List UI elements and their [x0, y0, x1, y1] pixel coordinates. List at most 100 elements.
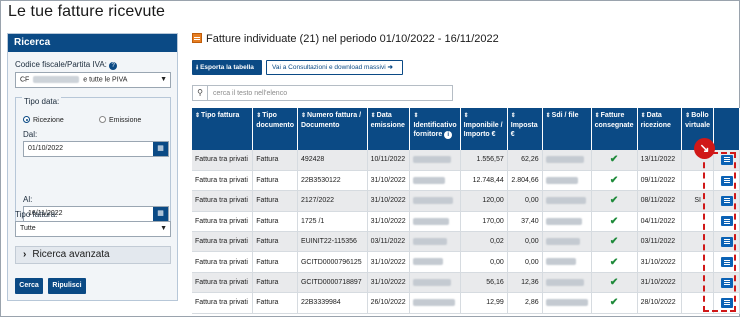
info-icon[interactable]: i [444, 131, 453, 139]
dal-date-value: 01/10/2022 [28, 145, 64, 152]
sort-icon: ⇕ [463, 113, 469, 119]
cell-numero-fattura: 2127/2022 [297, 190, 368, 212]
chevron-right-icon: › [23, 249, 27, 260]
cell-identificativo-fornitore [409, 292, 461, 314]
cell-tipo-documento: Fattura [252, 150, 298, 171]
redacted-value [413, 299, 456, 307]
calendar-icon[interactable]: ▦ [153, 207, 168, 221]
redacted-value [413, 156, 452, 164]
ricerca-avanzata-toggle[interactable]: › Ricerca avanzata [15, 246, 171, 264]
radio-emissione[interactable]: Emissione [99, 116, 141, 124]
arrow-right-icon: ➜ [387, 64, 393, 71]
cell-data-ricezione: 03/11/2022 [637, 231, 683, 253]
export-label: Esporta la tabella [200, 64, 254, 71]
cell-numero-fattura: 22B3339984 [297, 292, 368, 314]
cell-tipo-fattura: Fattura tra privati [192, 211, 254, 233]
redacted-value [413, 258, 444, 266]
tipo-fattura-value: Tutte [20, 225, 36, 232]
cell-tipo-fattura: Fattura tra privati [192, 292, 254, 314]
col-fatture-consegnate[interactable]: ⇕Fatture consegnate [591, 108, 638, 150]
radio-ricezione[interactable]: Ricezione [23, 116, 64, 124]
cell-data-emissione: 31/10/2022 [367, 272, 411, 294]
cell-sdi-file [542, 170, 592, 192]
sort-icon: ⇕ [545, 113, 551, 119]
col-tipo-documento[interactable]: ⇕Tipo documento [252, 108, 298, 150]
cell-sdi-file [542, 150, 592, 171]
cell-tipo-documento: Fattura [252, 272, 298, 294]
cell-tipo-documento: Fattura [252, 211, 298, 233]
cell-tipo-fattura: Fattura tra privati [192, 190, 254, 212]
check-icon: ✔ [609, 215, 619, 227]
cell-imposta: 0,00 [507, 190, 543, 212]
redacted-value [545, 176, 578, 184]
cell-data-ricezione: 08/11/2022 [637, 190, 683, 212]
col-label: Tipo fattura [201, 112, 240, 119]
cell-sdi-file [542, 211, 592, 233]
cell-data-ricezione: 09/11/2022 [637, 170, 683, 192]
table-header-row: ⇕Tipo fattura ⇕Tipo documento ⇕Numero fa… [192, 108, 740, 150]
cell-imposta: 12,36 [507, 272, 543, 294]
consultazioni-button[interactable]: Vai a Consultazioni e download massivi ➜ [266, 60, 403, 75]
col-imponibile[interactable]: ⇕ Imponibile / Importo € [460, 108, 508, 150]
check-icon: ✔ [609, 175, 619, 187]
check-icon: ✔ [609, 236, 619, 248]
cell-fatture-consegnate: ✔ [591, 170, 638, 192]
cell-imponibile: 170,00 [460, 211, 508, 233]
cf-prefix: CF [20, 76, 30, 84]
detail-column-highlight [703, 152, 736, 312]
col-data-ricezione[interactable]: ⇕Data ricezione [637, 108, 683, 150]
col-identificativo-fornitore[interactable]: ⇕Identificativo fornitore i [409, 108, 461, 150]
redacted-value [545, 238, 580, 246]
redacted-value [413, 217, 450, 225]
radio-selected-icon [23, 116, 30, 123]
redacted-value [545, 217, 582, 225]
cerca-button[interactable]: Cerca [15, 278, 43, 294]
search-panel: Ricerca Codice fiscale/Partita IVA: ? CF… [7, 33, 178, 301]
cell-tipo-fattura: Fattura tra privati [192, 231, 254, 253]
col-sdi-file[interactable]: ⇕Sdi / file [542, 108, 592, 150]
chevron-down-icon: ▼ [160, 225, 167, 232]
sort-icon: ⇕ [256, 113, 262, 119]
col-numero-fattura[interactable]: ⇕Numero fattura / Documento [297, 108, 368, 150]
col-label: Fatture consegnate [594, 112, 634, 129]
sort-icon: ⇕ [413, 113, 419, 119]
cell-tipo-documento: Fattura [252, 190, 298, 212]
tipo-fattura-label: Tipo fattura: [15, 210, 58, 219]
cf-select[interactable]: CF e tutte le PIVA ▼ [15, 72, 171, 88]
cell-imponibile: 120,00 [460, 190, 508, 212]
sort-icon: ⇕ [510, 113, 516, 119]
cell-tipo-fattura: Fattura tra privati [192, 170, 254, 192]
export-table-button[interactable]: ⭳ Esporta la tabella [192, 60, 262, 75]
col-label: Tipo documento [256, 112, 294, 129]
redacted-value [545, 278, 584, 286]
cell-numero-fattura: 1725 /1 [297, 211, 368, 233]
cell-data-emissione: 31/10/2022 [367, 211, 411, 233]
col-tipo-fattura[interactable]: ⇕Tipo fattura [192, 108, 254, 150]
cell-tipo-fattura: Fattura tra privati [192, 251, 254, 273]
cell-fatture-consegnate: ✔ [591, 150, 638, 171]
calendar-icon[interactable]: ▦ [153, 142, 168, 156]
dal-date-input[interactable]: 01/10/2022 ▦ [23, 141, 169, 157]
help-icon[interactable]: ? [109, 62, 118, 70]
ripulisci-button[interactable]: Ripulisci [48, 278, 86, 294]
cell-identificativo-fornitore [409, 170, 461, 192]
cell-tipo-documento: Fattura [252, 251, 298, 273]
col-label: Imposta € [510, 122, 538, 138]
cell-imposta: 0,00 [507, 251, 543, 273]
tipo-fattura-select[interactable]: Tutte ▼ [15, 221, 171, 237]
cell-imponibile: 1.556,57 [460, 150, 508, 171]
table-row: Fattura tra privati Fattura 22B3339984 26/1… [192, 292, 740, 314]
table-row: Fattura tra privati Fattura GCITD000071889… [192, 272, 740, 294]
cell-imponibile: 12,99 [460, 292, 508, 314]
table-row: Fattura tra privati Fattura 22B3530122 31/1… [192, 170, 740, 192]
table-row: Fattura tra privati Fattura 2127/2022 31/10… [192, 190, 740, 212]
cf-suffix: e tutte le PIVA [83, 76, 128, 84]
table-row: Fattura tra privati Fattura 1725 /1 31/10/2… [192, 211, 740, 233]
table-search-input[interactable]: ⚲ cerca il testo nell'elenco [192, 85, 453, 101]
download-icon: ⭳ [196, 64, 199, 71]
cell-data-emissione: 31/10/2022 [367, 251, 411, 273]
col-data-emissione[interactable]: ⇕Data emissione [367, 108, 411, 150]
cf-label: Codice fiscale/Partita IVA: ? [15, 60, 118, 70]
col-imposta[interactable]: ⇕ Imposta € [507, 108, 543, 150]
cell-numero-fattura: GCITD0000796125 [297, 251, 368, 273]
